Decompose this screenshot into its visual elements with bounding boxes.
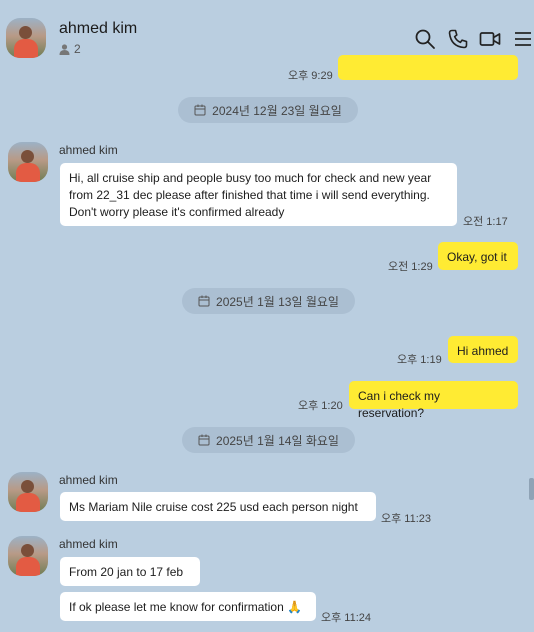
sender-name: ahmed kim — [59, 537, 118, 551]
calendar-icon — [194, 104, 206, 116]
person-icon — [59, 43, 70, 55]
date-separator: 2025년 1월 14일 화요일 — [182, 427, 355, 453]
message-time: 오전 1:17 — [463, 216, 508, 228]
sender-name: ahmed kim — [59, 473, 118, 487]
message-bubble[interactable]: From 20 jan to 17 feb — [60, 557, 200, 586]
video-call-icon[interactable] — [479, 28, 501, 50]
message-time: 오후 9:29 — [288, 70, 333, 82]
message-bubble-own[interactable]: Can i check my reservation? — [349, 381, 518, 420]
message-time: 오후 11:24 — [321, 612, 372, 624]
calendar-icon — [198, 295, 210, 307]
member-count[interactable]: 2 — [59, 42, 81, 56]
sender-avatar[interactable] — [8, 536, 48, 576]
date-label: 2025년 1월 14일 화요일 — [216, 433, 339, 448]
sender-avatar[interactable] — [8, 142, 48, 182]
sender-name: ahmed kim — [59, 143, 118, 157]
message-bubble-partial[interactable] — [338, 55, 518, 80]
message-bubble-own[interactable]: Okay, got it — [438, 242, 518, 270]
date-label: 2025년 1월 13일 월요일 — [216, 294, 339, 309]
phone-icon[interactable] — [447, 28, 469, 50]
search-icon[interactable] — [414, 28, 436, 50]
scrollbar-thumb[interactable] — [529, 478, 534, 500]
message-time: 오후 11:23 — [381, 513, 432, 525]
calendar-icon — [198, 434, 210, 446]
date-label: 2024년 12월 23일 월요일 — [212, 103, 342, 118]
date-separator: 2025년 1월 13일 월요일 — [182, 288, 355, 314]
date-separator: 2024년 12월 23일 월요일 — [178, 97, 358, 123]
member-count-label: 2 — [74, 42, 81, 56]
contact-avatar[interactable] — [6, 18, 46, 58]
chat-title: ahmed kim — [59, 20, 138, 37]
message-time: 오후 1:19 — [397, 354, 442, 366]
sender-avatar[interactable] — [8, 472, 48, 512]
menu-icon[interactable] — [512, 28, 534, 50]
message-bubble-own[interactable]: Hi ahmed — [448, 336, 518, 363]
message-time: 오후 1:20 — [298, 400, 343, 412]
message-bubble[interactable]: If ok please let me know for confirmatio… — [60, 592, 316, 621]
message-time: 오전 1:29 — [388, 261, 433, 273]
message-bubble[interactable]: Hi, all cruise ship and people busy too … — [60, 163, 457, 226]
message-bubble[interactable]: Ms Mariam Nile cruise cost 225 usd each … — [60, 492, 376, 521]
